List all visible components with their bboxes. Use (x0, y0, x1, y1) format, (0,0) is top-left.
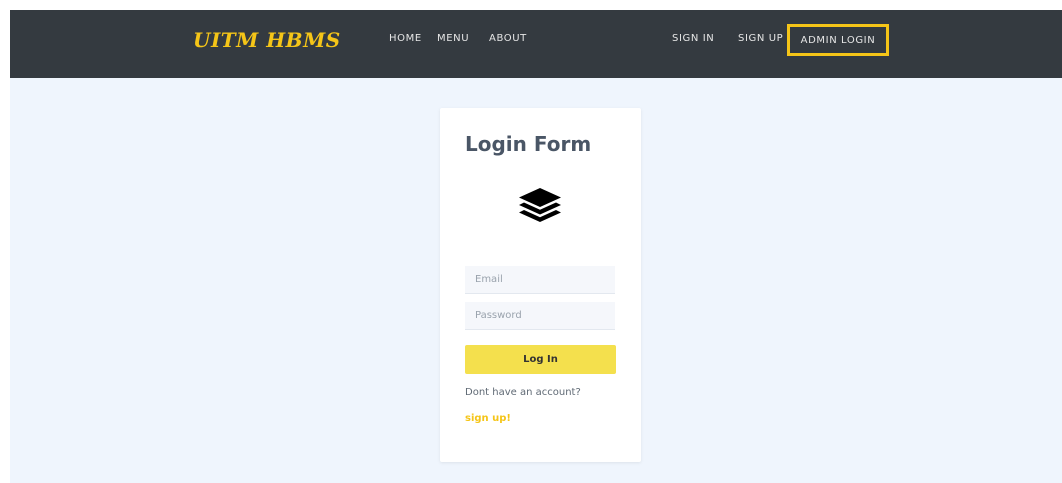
form-title: Login Form (465, 132, 592, 156)
app-frame: UITM HBMS HOME MENU ABOUT SIGN IN SIGN U… (10, 10, 1062, 483)
nav-home[interactable]: HOME (389, 33, 422, 44)
no-account-text: Dont have an account? (465, 387, 581, 398)
nav-about[interactable]: ABOUT (489, 33, 527, 44)
password-input[interactable] (465, 302, 615, 330)
nav-sign-in[interactable]: SIGN IN (672, 33, 714, 44)
nav-sign-up[interactable]: SIGN UP (738, 33, 783, 44)
login-button[interactable]: Log In (465, 345, 616, 374)
login-card: Login Form Log In Dont have an account? … (440, 108, 641, 462)
nav-admin-login[interactable]: ADMIN LOGIN (787, 24, 889, 56)
brand-logo[interactable]: UITM HBMS (193, 28, 341, 52)
navbar: UITM HBMS HOME MENU ABOUT SIGN IN SIGN U… (10, 10, 1062, 78)
layers-icon (515, 182, 565, 232)
nav-menu[interactable]: MENU (437, 33, 469, 44)
email-input[interactable] (465, 266, 615, 294)
signup-link[interactable]: sign up! (465, 413, 511, 424)
